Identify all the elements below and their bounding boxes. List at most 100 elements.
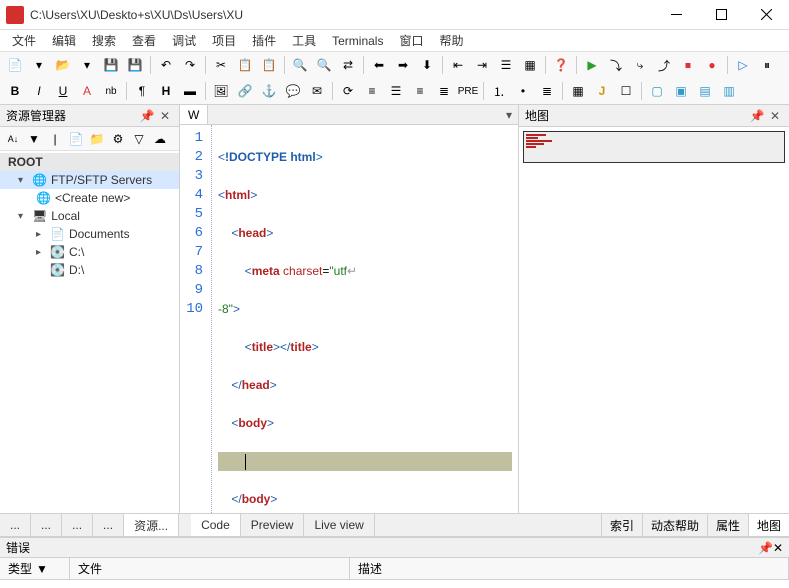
pilcrow-icon[interactable]: ¶ <box>131 80 153 102</box>
tree-documents[interactable]: ▸ 📄 Documents <box>0 225 179 243</box>
undo-icon[interactable]: ↶ <box>155 54 177 76</box>
pin-icon[interactable]: 📌 <box>749 108 765 124</box>
nbsp-icon[interactable]: nb <box>100 80 122 102</box>
cut-icon[interactable]: ✂ <box>210 54 232 76</box>
explorer-tree[interactable]: ROOT ▾ 🌐 FTP/SFTP Servers 🌐 <Create new>… <box>0 151 179 513</box>
frame4-icon[interactable]: ▥ <box>718 80 740 102</box>
code-editor[interactable]: 12345678910 <!DOCTYPE html> <html> <head… <box>180 125 518 513</box>
menu-project[interactable]: 项目 <box>204 30 244 51</box>
play-icon[interactable]: ▷ <box>732 54 754 76</box>
save-all-icon[interactable]: 💾 <box>124 54 146 76</box>
bold-icon[interactable]: B <box>4 80 26 102</box>
refresh-icon[interactable]: ⟳ <box>337 80 359 102</box>
find-files-icon[interactable]: 🔍 <box>313 54 335 76</box>
align-center-icon[interactable]: ☰ <box>385 80 407 102</box>
heading-icon[interactable]: H <box>155 80 177 102</box>
menu-terminals[interactable]: Terminals <box>324 32 391 50</box>
save-icon[interactable]: 💾 <box>100 54 122 76</box>
frame1-icon[interactable]: ▢ <box>646 80 668 102</box>
step-out-icon[interactable]: ⤴ <box>653 54 675 76</box>
menu-plugins[interactable]: 插件 <box>244 30 284 51</box>
form-icon[interactable]: ☐ <box>615 80 637 102</box>
close-panel-icon[interactable]: ✕ <box>773 541 783 555</box>
maximize-button[interactable] <box>699 0 744 30</box>
ul-icon[interactable]: • <box>512 80 534 102</box>
help-icon[interactable]: ❓ <box>550 54 572 76</box>
menu-file[interactable]: 文件 <box>4 30 44 51</box>
table-icon[interactable]: ▦ <box>567 80 589 102</box>
tab-attributes[interactable]: 属性 <box>707 514 748 536</box>
comment-icon[interactable]: 💬 <box>282 80 304 102</box>
color-icon[interactable]: A <box>76 80 98 102</box>
step-over-icon[interactable]: ⤵ <box>605 54 627 76</box>
error-col-file[interactable]: 文件 <box>70 558 350 579</box>
collapse-arrow-icon[interactable]: ▾ <box>18 211 28 222</box>
tab-dynhelp[interactable]: 动态帮助 <box>642 514 707 536</box>
expand-arrow-icon[interactable]: ▸ <box>36 229 46 240</box>
frame3-icon[interactable]: ▤ <box>694 80 716 102</box>
error-col-desc[interactable]: 描述 <box>350 558 789 579</box>
hr-icon[interactable]: ▬ <box>179 80 201 102</box>
pin-icon[interactable]: 📌 <box>758 541 773 555</box>
close-button[interactable] <box>744 0 789 30</box>
new-file-dropdown-icon[interactable]: ▾ <box>28 54 50 76</box>
cloud-icon[interactable]: ☁ <box>151 130 169 148</box>
error-grid-body[interactable] <box>0 580 789 588</box>
anchor-icon[interactable]: ⚓ <box>258 80 280 102</box>
menu-edit[interactable]: 编辑 <box>44 30 84 51</box>
minimap[interactable] <box>523 131 785 163</box>
code-area[interactable]: <!DOCTYPE html> <html> <head> <meta char… <box>212 125 518 513</box>
tab-dots[interactable]: ... <box>62 514 93 536</box>
ol-icon[interactable]: ⒈ <box>488 80 510 102</box>
minimize-button[interactable] <box>654 0 699 30</box>
filter-icon[interactable]: ▼ <box>25 130 43 148</box>
tree-local[interactable]: ▾ 🖥 Local <box>0 207 179 225</box>
step-into-icon[interactable]: ⤷ <box>629 54 651 76</box>
pause-icon[interactable]: ⏸ <box>756 54 778 76</box>
run-icon[interactable]: ▶ <box>581 54 603 76</box>
tree-root[interactable]: ROOT <box>0 153 179 171</box>
tab-preview[interactable]: Preview <box>241 514 305 536</box>
paste-icon[interactable]: 📋 <box>258 54 280 76</box>
close-panel-icon[interactable]: ✕ <box>157 108 173 124</box>
expand-arrow-icon[interactable]: ▸ <box>36 247 46 258</box>
pin-icon[interactable]: 📌 <box>139 108 155 124</box>
indent-right-icon[interactable]: ⇥ <box>471 54 493 76</box>
tab-dots[interactable]: ... <box>31 514 62 536</box>
menu-window[interactable]: 窗口 <box>391 30 431 51</box>
tree-ftp[interactable]: ▾ 🌐 FTP/SFTP Servers <box>0 171 179 189</box>
gear-icon[interactable]: ⚙ <box>109 130 127 148</box>
error-col-type[interactable]: 类型▼ <box>0 558 70 579</box>
menu-tools[interactable]: 工具 <box>284 30 324 51</box>
tab-map[interactable]: 地图 <box>748 514 789 536</box>
dl-icon[interactable]: ≣ <box>536 80 558 102</box>
tab-index[interactable]: 索引 <box>601 514 642 536</box>
tree-drive-c[interactable]: ▸ 💽 C:\ <box>0 243 179 261</box>
link-icon[interactable]: 🔗 <box>234 80 256 102</box>
menu-debug[interactable]: 调试 <box>164 30 204 51</box>
image-icon[interactable]: 🖼 <box>210 80 232 102</box>
tab-resources[interactable]: 资源... <box>124 514 179 536</box>
underline-icon[interactable]: U <box>52 80 74 102</box>
align-right-icon[interactable]: ≡ <box>409 80 431 102</box>
nav-down-icon[interactable]: ⬇ <box>416 54 438 76</box>
open-file-icon[interactable]: 📂 <box>52 54 74 76</box>
tree-create-new[interactable]: 🌐 <Create new> <box>0 189 179 207</box>
folder-icon[interactable]: 📁 <box>88 130 106 148</box>
nav-back-icon[interactable]: ⬅ <box>368 54 390 76</box>
tree-drive-d[interactable]: 💽 D:\ <box>0 261 179 279</box>
open-dropdown-icon[interactable]: ▾ <box>76 54 98 76</box>
redo-icon[interactable]: ↷ <box>179 54 201 76</box>
find-icon[interactable]: 🔍 <box>289 54 311 76</box>
file-type-icon[interactable]: 📄 <box>67 130 85 148</box>
indent-left-icon[interactable]: ⇤ <box>447 54 469 76</box>
filter2-icon[interactable]: ▽ <box>130 130 148 148</box>
menu-view[interactable]: 查看 <box>124 30 164 51</box>
tab-dots[interactable]: ... <box>93 514 124 536</box>
script-icon[interactable]: J <box>591 80 613 102</box>
tab-menu-icon[interactable]: ▾ <box>500 108 518 122</box>
menu-help[interactable]: 帮助 <box>432 30 472 51</box>
new-file-icon[interactable]: 📄 <box>4 54 26 76</box>
mail-icon[interactable]: ✉ <box>306 80 328 102</box>
align-left-icon[interactable]: ≡ <box>361 80 383 102</box>
